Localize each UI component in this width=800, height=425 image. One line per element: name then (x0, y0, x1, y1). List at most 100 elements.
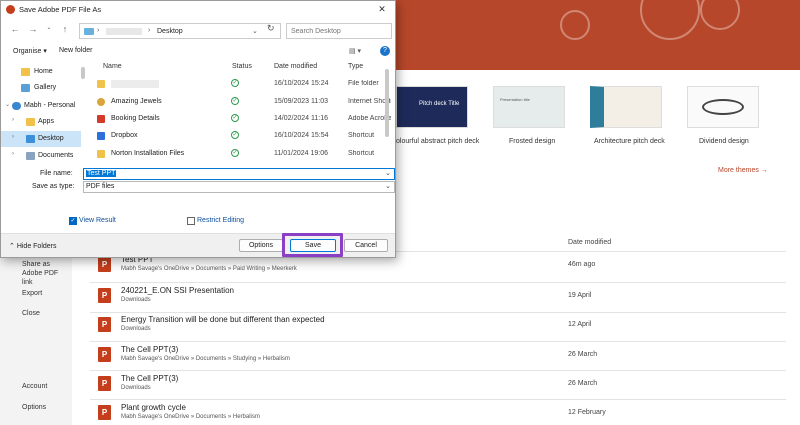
chevron-down-icon[interactable]: ⌄ (385, 182, 391, 192)
nav-pane-label: Gallery (34, 84, 57, 91)
save-as-type-value: PDF files (86, 183, 115, 190)
recent-file-row[interactable]: P 240221_E.ON SSI Presentation Downloads… (90, 284, 786, 313)
breadcrumb-chevron-icon[interactable]: › (148, 27, 150, 34)
file-name: Amazing Jewels (111, 98, 162, 105)
theme-label: Architecture pitch deck (594, 138, 665, 145)
synced-check-icon: ✓ (231, 149, 239, 157)
column-header-type[interactable]: Type (348, 63, 363, 70)
restrict-editing-label[interactable]: Restrict Editing (197, 217, 244, 224)
file-list-row[interactable]: Dropbox ✓ 16/10/2024 15:54 Shortcut (91, 128, 391, 146)
file-type: Shortcut (348, 150, 375, 157)
nav-pane-documents[interactable]: › Documents (1, 148, 81, 164)
file-list-row[interactable]: ✓ 16/10/2024 15:24 File folder (91, 76, 391, 94)
search-input[interactable] (286, 23, 392, 39)
view-result-checkbox[interactable]: ✓ (69, 217, 77, 225)
synced-check-icon: ✓ (231, 131, 239, 139)
forward-arrow-icon[interactable]: → (27, 24, 39, 34)
navigation-pane: Home Gallery ⌄ Mabh - Personal › Apps › … (1, 61, 85, 165)
nav-pane-label: Apps (38, 118, 54, 125)
theme-thumbnail (590, 86, 662, 128)
dialog-title: Save Adobe PDF File As (19, 5, 102, 14)
folder-icon (26, 118, 35, 126)
back-arrow-icon[interactable]: ← (9, 24, 21, 34)
divider (90, 282, 786, 283)
nav-pane-gallery[interactable]: Gallery (1, 80, 81, 96)
organise-button[interactable]: Organise ▾ (13, 47, 47, 55)
breadcrumb-chevron-icon[interactable]: › (97, 27, 99, 34)
recent-file-row[interactable]: P The Cell PPT(3) Downloads 26 March (90, 372, 786, 401)
recent-file-row[interactable]: P Energy Transition will be done but dif… (90, 313, 786, 342)
dialog-titlebar[interactable]: Save Adobe PDF File As ✕ (1, 1, 395, 18)
address-dropdown-icon[interactable]: ⌄ (252, 27, 258, 35)
save-pdf-dialog: Save Adobe PDF File As ✕ ← → ⌄ ↑ › › Des… (0, 0, 396, 258)
file-list-scrollbar[interactable] (385, 69, 389, 137)
recent-locations-icon[interactable]: ⌄ (43, 24, 55, 31)
backstage-nav: Share as Adobe PDF link Export Close Acc… (0, 250, 72, 425)
expand-chevron-icon[interactable]: ⌄ (5, 101, 10, 108)
file-date: 15/09/2023 11:03 (274, 98, 328, 105)
recent-file-row[interactable]: P The Cell PPT(3) Mabh Savage's OneDrive… (90, 343, 786, 372)
recent-file-date: 26 March (568, 380, 598, 387)
help-icon[interactable]: ? (380, 46, 390, 56)
nav-pane-home[interactable]: Home (1, 64, 81, 80)
theme-thumbnail (687, 86, 759, 128)
hide-folders-toggle[interactable]: ⌃ Hide Folders (9, 242, 57, 250)
theme-card-1[interactable]: Pitch deck Title olourful abstract pitch… (396, 86, 479, 145)
save-as-type-label: Save as type: (32, 183, 75, 190)
view-result-label[interactable]: View Result (79, 217, 116, 224)
more-themes-link[interactable]: More themes → (718, 167, 768, 174)
file-list-row[interactable]: Booking Details ✓ 14/02/2024 11:16 Adobe… (91, 111, 391, 129)
nav-close[interactable]: Close (22, 309, 40, 318)
recent-file-date: 12 April (568, 321, 592, 328)
up-arrow-icon[interactable]: ↑ (59, 24, 71, 34)
chevron-down-icon[interactable]: ⌄ (385, 169, 391, 179)
theme-label: Dividend design (699, 138, 749, 145)
column-header-status[interactable]: Status (232, 63, 252, 70)
recent-file-name: Plant growth cycle (121, 403, 186, 412)
restrict-editing-checkbox[interactable] (187, 217, 195, 225)
column-header-date[interactable]: Date modified (274, 63, 317, 70)
options-button[interactable]: Options (239, 239, 283, 252)
theme-card-3[interactable]: Architecture pitch deck (590, 86, 665, 145)
nav-options[interactable]: Options (22, 403, 46, 412)
view-options-icon[interactable]: ▤ ▾ (349, 47, 361, 55)
theme-card-2[interactable]: Presentation title Frosted design (493, 86, 565, 145)
synced-check-icon: ✓ (231, 97, 239, 105)
expand-chevron-icon[interactable]: › (12, 117, 14, 123)
date-modified-header[interactable]: Date modified (568, 239, 611, 246)
nav-pane-onedrive[interactable]: ⌄ Mabh - Personal (1, 98, 81, 114)
cancel-button[interactable]: Cancel (344, 239, 388, 252)
recent-file-row[interactable]: P Plant growth cycle Mabh Savage's OneDr… (90, 401, 786, 425)
file-name-value: Test PPT (86, 170, 117, 177)
save-as-type-select[interactable]: PDF files ⌄ (83, 181, 395, 193)
save-button-highlight (282, 233, 343, 257)
recent-file-date: 46m ago (568, 261, 596, 268)
nav-pane-label: Mabh - Personal (24, 102, 76, 109)
file-list-row[interactable]: Amazing Jewels ✓ 15/09/2023 11:03 Intern… (91, 94, 391, 112)
nav-pane-desktop[interactable]: › Desktop (1, 131, 81, 147)
refresh-icon[interactable]: ↻ (267, 23, 275, 34)
recent-file-path: Mabh Savage's OneDrive » Documents » Stu… (121, 356, 290, 362)
nav-pane-scrollbar[interactable] (81, 67, 85, 79)
close-button[interactable]: ✕ (373, 2, 391, 16)
divider (90, 370, 786, 371)
recent-file-path: Downloads (121, 297, 151, 303)
address-bar[interactable]: › › Desktop ⌄ (79, 23, 281, 39)
nav-share-pdf-link[interactable]: Share as Adobe PDF link (22, 260, 66, 287)
new-folder-button[interactable]: New folder (59, 47, 92, 54)
file-list-row[interactable]: Norton Installation Files ✓ 11/01/2024 1… (91, 146, 391, 164)
breadcrumb-current[interactable]: Desktop (157, 28, 183, 35)
theme-card-4[interactable]: Dividend design (687, 86, 759, 145)
dropbox-icon (97, 132, 105, 140)
theme-label: Frosted design (509, 138, 556, 145)
expand-chevron-icon[interactable]: › (12, 134, 14, 140)
expand-chevron-icon[interactable]: › (12, 151, 14, 157)
nav-export[interactable]: Export (22, 289, 42, 298)
nav-account[interactable]: Account (22, 382, 47, 391)
command-bar: Organise ▾ New folder ▤ ▾ ? (1, 43, 395, 60)
file-name-input[interactable]: Test PPT ⌄ (83, 168, 395, 180)
column-header-name[interactable]: Name (103, 63, 122, 70)
file-list: Name Status Date modified Type ✓ 16/10/2… (91, 61, 391, 165)
nav-pane-apps[interactable]: › Apps (1, 114, 81, 130)
file-name: Dropbox (111, 132, 138, 139)
